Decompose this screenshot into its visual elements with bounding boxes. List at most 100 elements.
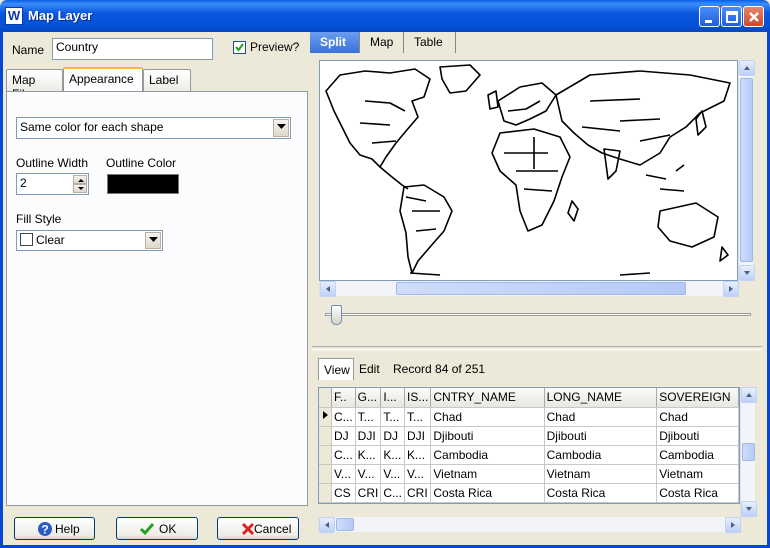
column-header[interactable]: CNTRY_NAME [430, 388, 545, 408]
scroll-thumb[interactable] [742, 443, 755, 461]
stepper-up-button[interactable] [73, 175, 87, 184]
scroll-up-button[interactable] [741, 387, 757, 403]
name-field[interactable]: Country [52, 38, 213, 60]
tab-label[interactable]: Label [143, 69, 191, 91]
tab-appearance[interactable]: Appearance [63, 67, 143, 92]
scroll-thumb[interactable] [740, 78, 753, 262]
table-cell[interactable]: T... [404, 407, 432, 427]
appearance-panel [6, 91, 308, 506]
minimize-button[interactable] [699, 6, 720, 27]
scroll-down-button[interactable] [741, 501, 757, 517]
maximize-icon [726, 11, 738, 23]
table-cell[interactable]: Vietnam [656, 464, 739, 484]
table-row[interactable]: V... V... V... V... Vietnam Vietnam Viet… [319, 464, 739, 484]
table-cell[interactable]: DJ [380, 426, 406, 446]
fill-style-dropdown-button[interactable] [145, 232, 161, 249]
table-row[interactable]: C... K... K... K... Cambodia Cambodia Ca… [319, 445, 739, 465]
scroll-thumb[interactable] [396, 282, 686, 295]
table-cell[interactable]: Djibouti [430, 426, 545, 446]
table-cell[interactable]: CRI [404, 483, 432, 503]
tab-split[interactable]: Split [310, 32, 360, 53]
table-cell[interactable]: Djibouti [544, 426, 658, 446]
table-cell[interactable]: Costa Rica [656, 483, 739, 503]
map-view[interactable] [319, 60, 738, 281]
fill-style-dropdown[interactable]: Clear [16, 230, 163, 251]
map-horizontal-scrollbar[interactable] [319, 281, 739, 297]
help-button[interactable]: ? Help [14, 517, 95, 540]
tab-map-file[interactable]: Map File [6, 69, 63, 101]
column-header[interactable]: IS... [404, 388, 432, 408]
column-header[interactable]: G... [355, 388, 382, 408]
table-cell[interactable]: Vietnam [544, 464, 658, 484]
ok-button[interactable]: OK [116, 517, 198, 540]
outline-width-stepper[interactable]: 2 [16, 173, 89, 195]
table-cell[interactable]: V... [380, 464, 406, 484]
scroll-thumb[interactable] [336, 518, 354, 531]
table-cell[interactable]: V... [331, 464, 356, 484]
fill-mode-dropdown-button[interactable] [273, 119, 289, 137]
tab-table[interactable]: Table [404, 32, 456, 53]
table-cell[interactable]: Cambodia [430, 445, 545, 465]
table-horizontal-scrollbar[interactable] [318, 517, 741, 533]
table-cell[interactable]: C... [380, 483, 406, 503]
tab-map[interactable]: Map [360, 32, 404, 53]
table-cell[interactable]: Costa Rica [430, 483, 545, 503]
table-cell[interactable]: DJ [331, 426, 356, 446]
column-header[interactable]: LONG_NAME [544, 388, 658, 408]
table-cell[interactable]: Cambodia [656, 445, 739, 465]
zoom-slider-thumb[interactable] [331, 305, 342, 325]
zoom-slider-track[interactable] [325, 313, 751, 316]
split-divider[interactable] [312, 346, 762, 350]
table-cell[interactable]: K... [355, 445, 382, 465]
table-cell[interactable]: DJI [404, 426, 432, 446]
table-cell[interactable]: K... [404, 445, 432, 465]
scroll-left-button[interactable] [319, 517, 335, 533]
table-cell[interactable]: T... [380, 407, 406, 427]
table-cell[interactable]: Chad [544, 407, 658, 427]
table-cell[interactable]: V... [355, 464, 382, 484]
scroll-up-button[interactable] [739, 60, 755, 76]
table-cell[interactable]: C... [331, 445, 356, 465]
title-bar[interactable]: W Map Layer [0, 0, 770, 32]
table-cell[interactable]: T... [355, 407, 382, 427]
table-cell[interactable]: CRI [355, 483, 382, 503]
fill-mode-value: Same color for each shape [20, 120, 164, 134]
maximize-button[interactable] [721, 6, 742, 27]
outline-width-value: 2 [20, 176, 27, 190]
table-row[interactable]: DJ DJI DJ DJI Djibouti Djibouti Djibouti [319, 426, 739, 446]
outline-color-swatch[interactable] [107, 174, 179, 194]
scroll-right-button[interactable] [723, 281, 739, 297]
preview-checkbox[interactable] [233, 41, 246, 54]
table-vertical-scrollbar[interactable] [740, 387, 757, 517]
table-cell[interactable]: V... [404, 464, 432, 484]
table-cell[interactable]: CS [331, 483, 356, 503]
scroll-left-button[interactable] [320, 281, 336, 297]
table-cell[interactable]: C... [331, 407, 356, 427]
attribute-table[interactable]: F.. G... I... IS... CNTRY_NAME LONG_NAME… [318, 387, 740, 504]
table-cell[interactable]: Djibouti [656, 426, 739, 446]
table-cell[interactable]: DJI [355, 426, 382, 446]
table-cell[interactable]: Cambodia [544, 445, 658, 465]
column-header[interactable]: SOVEREIGN [656, 388, 739, 408]
table-row[interactable]: C... T... T... T... Chad Chad Chad [319, 407, 739, 427]
cancel-button[interactable]: Cancel [217, 517, 299, 540]
tab-view[interactable]: View [318, 358, 354, 380]
close-button[interactable] [743, 6, 764, 27]
cancel-button-label: Cancel [254, 522, 292, 536]
column-header[interactable]: F.. [331, 388, 356, 408]
map-vertical-scrollbar[interactable] [738, 60, 755, 281]
table-row[interactable]: CS CRI C... CRI Costa Rica Costa Rica Co… [319, 483, 739, 503]
table-cell[interactable]: Vietnam [430, 464, 545, 484]
table-cell[interactable]: K... [380, 445, 406, 465]
table-cell[interactable]: Chad [656, 407, 739, 427]
stepper-down-button[interactable] [73, 184, 87, 193]
fill-style-swatch [20, 233, 33, 246]
scroll-down-button[interactable] [739, 265, 755, 281]
table-cell[interactable]: Costa Rica [544, 483, 658, 503]
scroll-right-button[interactable] [725, 517, 741, 533]
table-cell[interactable]: Chad [430, 407, 545, 427]
column-header[interactable]: I... [380, 388, 406, 408]
tab-edit[interactable]: Edit [354, 358, 388, 380]
fill-mode-dropdown[interactable]: Same color for each shape [16, 117, 291, 139]
arrow-left-icon [325, 522, 329, 528]
